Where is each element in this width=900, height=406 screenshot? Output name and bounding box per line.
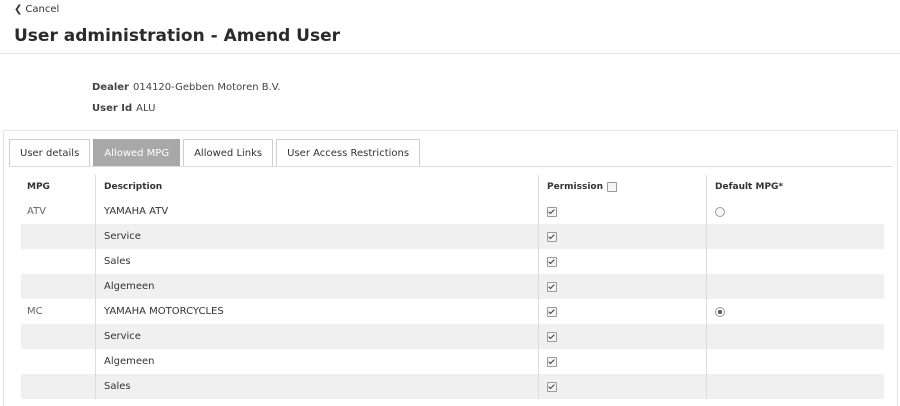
tab-allowed-mpg[interactable]: Allowed MPG: [93, 139, 181, 166]
table-row: Service: [21, 324, 884, 349]
table-header-row: MPG Description Permission Default MPG*: [21, 175, 884, 199]
cell-default-mpg: [706, 199, 884, 224]
cell-mpg: [21, 249, 95, 274]
column-header-default-mpg: Default MPG*: [706, 175, 884, 199]
cell-mpg: [21, 374, 95, 399]
table-row: MC YAMAHA MOTORCYCLES: [21, 299, 884, 324]
cell-description: YAMAHA MOTORCYCLES: [95, 299, 538, 324]
permission-checkbox[interactable]: [547, 256, 557, 267]
cell-description: Algemeen: [95, 349, 538, 374]
cell-description: Service: [95, 224, 538, 249]
cell-permission: [538, 349, 706, 374]
permission-header-label: Permission: [547, 182, 603, 192]
cell-permission: [538, 224, 706, 249]
dealer-value: 014120-Gebben Motoren B.V.: [132, 82, 281, 93]
tab-panel: User details Allowed MPG Allowed Links U…: [3, 130, 898, 406]
cell-default-mpg: [706, 274, 884, 299]
permission-checkbox[interactable]: [547, 206, 557, 217]
permission-checkbox[interactable]: [547, 381, 557, 392]
cancel-label: Cancel: [25, 4, 60, 15]
tab-user-access-restrictions[interactable]: User Access Restrictions: [276, 139, 421, 166]
cancel-link[interactable]: ❮ Cancel: [14, 4, 59, 15]
cell-default-mpg: [706, 249, 884, 274]
tab-bar: User details Allowed MPG Allowed Links U…: [9, 139, 421, 166]
column-header-description: Description: [95, 175, 538, 199]
table-row: ATV YAMAHA ATV: [21, 199, 884, 224]
cell-mpg: ATV: [27, 206, 47, 217]
select-all-permission-checkbox[interactable]: [607, 182, 617, 192]
cell-default-mpg: [706, 324, 884, 349]
tab-user-details[interactable]: User details: [9, 139, 91, 166]
chevron-left-icon: ❮: [14, 4, 23, 15]
default-mpg-radio[interactable]: [715, 306, 725, 317]
permission-checkbox[interactable]: [547, 356, 557, 367]
cell-mpg: [21, 349, 95, 374]
column-header-permission: Permission: [538, 175, 706, 199]
table-row: Algemeen: [21, 274, 884, 299]
cell-permission: [538, 324, 706, 349]
cell-mpg: [21, 324, 95, 349]
cell-permission: [538, 274, 706, 299]
cell-mpg: [21, 274, 95, 299]
userid-value: ALU: [136, 103, 156, 114]
cell-permission: [538, 249, 706, 274]
cell-default-mpg: [706, 374, 884, 399]
cell-description: Algemeen: [95, 274, 538, 299]
cell-description: Sales: [95, 249, 538, 274]
header-divider: [0, 53, 900, 54]
permission-checkbox[interactable]: [547, 331, 557, 342]
cell-default-mpg: [706, 349, 884, 374]
table-row: Service: [21, 224, 884, 249]
permission-checkbox[interactable]: [547, 281, 557, 292]
column-header-mpg: MPG: [27, 182, 50, 192]
cell-description: Service: [95, 324, 538, 349]
permission-checkbox[interactable]: [547, 231, 557, 242]
table-row: Sales: [21, 249, 884, 274]
userid-info: User Id ALU: [92, 103, 155, 114]
table-row: Sales: [21, 374, 884, 399]
cell-default-mpg: [706, 299, 884, 324]
cell-mpg: [21, 224, 95, 249]
cell-description: Sales: [95, 374, 538, 399]
cell-permission: [538, 199, 706, 224]
page-title: User administration - Amend User: [14, 26, 341, 46]
dealer-label: Dealer: [92, 82, 129, 93]
tabs-divider: [9, 166, 892, 167]
cell-default-mpg: [706, 224, 884, 249]
table-body: ATV YAMAHA ATV Service Sales Algemeen MC YAMAH…: [21, 199, 884, 399]
table-row: Algemeen: [21, 349, 884, 374]
mpg-table: MPG Description Permission Default MPG* …: [21, 175, 884, 399]
tab-allowed-links[interactable]: Allowed Links: [183, 139, 274, 166]
userid-label: User Id: [92, 103, 133, 114]
default-mpg-radio[interactable]: [715, 206, 725, 217]
cell-description: YAMAHA ATV: [95, 199, 538, 224]
cell-mpg: MC: [27, 306, 43, 317]
permission-checkbox[interactable]: [547, 306, 557, 317]
cell-permission: [538, 374, 706, 399]
dealer-info: Dealer 014120-Gebben Motoren B.V.: [92, 82, 281, 93]
cell-permission: [538, 299, 706, 324]
